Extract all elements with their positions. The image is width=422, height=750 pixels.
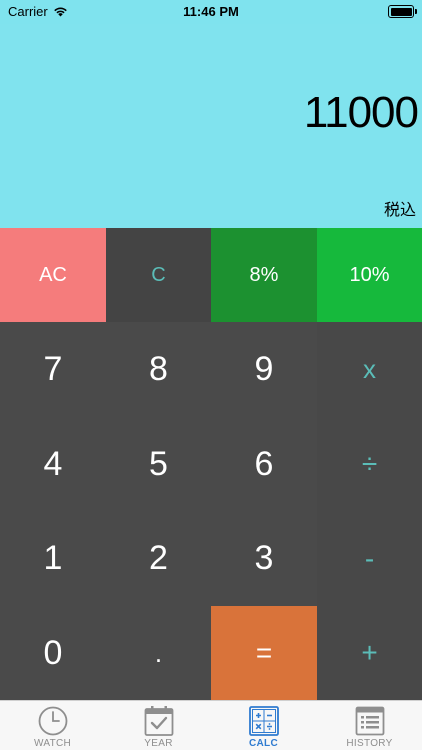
- equals-button[interactable]: =: [211, 606, 317, 700]
- history-list-icon: [355, 706, 384, 736]
- tab-year-label: YEAR: [144, 738, 173, 749]
- status-bar: Carrier 11:46 PM: [0, 0, 422, 24]
- display-value: 11000: [303, 88, 419, 137]
- status-time: 11:46 PM: [183, 4, 239, 19]
- digit-5-button[interactable]: 5: [106, 417, 211, 511]
- subtract-button[interactable]: -: [317, 511, 422, 606]
- tab-watch[interactable]: WATCH: [0, 701, 105, 750]
- keypad: AC C 8% 10% 7 8 9 x 4 5 6 ÷ 1 2 3 - 0 . …: [0, 228, 422, 700]
- tab-watch-label: WATCH: [33, 738, 72, 749]
- tax-10-percent-button[interactable]: 10%: [317, 228, 422, 322]
- battery-icon: [388, 5, 417, 18]
- decimal-point-button[interactable]: .: [106, 606, 211, 700]
- tab-history-label: HISTORY: [346, 738, 393, 749]
- clock-icon: [38, 706, 67, 736]
- digit-9-button[interactable]: 9: [211, 322, 317, 417]
- tax-included-label: 税込: [383, 200, 416, 219]
- digit-1-button[interactable]: 1: [0, 511, 106, 606]
- digit-8-button[interactable]: 8: [106, 322, 211, 417]
- digit-6-button[interactable]: 6: [211, 417, 317, 511]
- digit-3-button[interactable]: 3: [211, 511, 317, 606]
- multiply-button[interactable]: x: [317, 322, 422, 417]
- add-button[interactable]: +: [317, 606, 422, 700]
- clear-button[interactable]: C: [106, 228, 211, 322]
- tax-8-percent-button[interactable]: 8%: [211, 228, 317, 322]
- digit-4-button[interactable]: 4: [0, 417, 106, 511]
- divide-button[interactable]: ÷: [317, 417, 422, 511]
- calc-display: 11000 税込: [0, 24, 422, 228]
- digit-7-button[interactable]: 7: [0, 322, 106, 417]
- digit-2-button[interactable]: 2: [106, 511, 211, 606]
- calculator-icon: [248, 706, 279, 736]
- tab-calc-label: CALC: [249, 738, 278, 749]
- tab-bar: WATCH YEAR CALC HISTORY: [0, 700, 422, 750]
- tab-history[interactable]: HISTORY: [317, 701, 422, 750]
- calendar-check-icon: [144, 706, 173, 736]
- tab-calc[interactable]: CALC: [211, 701, 316, 750]
- all-clear-button[interactable]: AC: [0, 228, 106, 322]
- digit-0-button[interactable]: 0: [0, 606, 106, 700]
- tab-year[interactable]: YEAR: [106, 701, 211, 750]
